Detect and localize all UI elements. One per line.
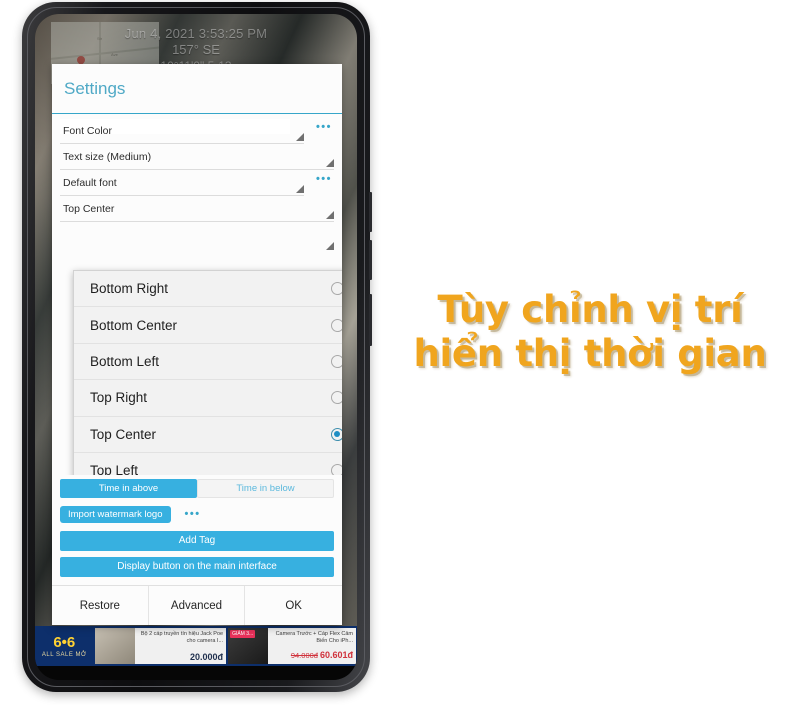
display-button-main-interface-button[interactable]: Display button on the main interface bbox=[60, 557, 334, 577]
caption-line-1: Tùy chỉnh vị trí bbox=[437, 287, 744, 331]
spinner-triangle-icon bbox=[296, 185, 304, 193]
dropdown-option-top-center[interactable]: Top Center bbox=[74, 416, 342, 453]
screenshot-root: Str Ave Rd Jun 4, 2021 3:53:25 PM 157° S… bbox=[0, 0, 800, 705]
radio-button-icon-selected[interactable] bbox=[331, 427, 342, 441]
ad-product-price: 20.000đ bbox=[190, 652, 224, 662]
volume-up-button[interactable] bbox=[369, 192, 372, 232]
dropdown-option-label: Bottom Right bbox=[90, 281, 169, 297]
radio-button-icon[interactable] bbox=[331, 282, 342, 296]
setting-label-position: Top Center bbox=[63, 202, 115, 215]
spinner-triangle-icon bbox=[326, 242, 334, 250]
tab-time-in-below[interactable]: Time in below bbox=[197, 479, 334, 498]
radio-button-icon[interactable] bbox=[331, 464, 342, 475]
time-position-tabs: Time in above Time in below bbox=[60, 479, 334, 498]
dropdown-option-bottom-center[interactable]: Bottom Center bbox=[74, 307, 342, 344]
radio-button-icon[interactable] bbox=[331, 354, 342, 368]
ad-product-price-group: 94.000đ 60.601đ bbox=[271, 645, 353, 663]
ad-banner[interactable]: 6•6 ALL SALE MỞ Bộ 2 cáp truyền tín hiệu… bbox=[35, 626, 357, 666]
ad-product-price-discounted: 60.601đ bbox=[319, 649, 353, 660]
phone-screen: Str Ave Rd Jun 4, 2021 3:53:25 PM 157° S… bbox=[35, 14, 357, 680]
import-watermark-logo-button[interactable]: Import watermark logo bbox=[60, 505, 171, 524]
radio-button-icon[interactable] bbox=[331, 318, 342, 332]
tab-time-in-above[interactable]: Time in above bbox=[60, 479, 197, 498]
spinner-triangle-icon bbox=[326, 211, 334, 219]
radio-button-icon[interactable] bbox=[331, 391, 342, 405]
discount-badge: GIẢM 3... bbox=[230, 630, 256, 638]
ad-product-thumbnail bbox=[94, 628, 135, 664]
setting-label-font-color: Font Color bbox=[63, 124, 113, 137]
phone-bottom-pad bbox=[35, 666, 357, 680]
map-label-a: Str bbox=[97, 36, 103, 41]
dropdown-option-top-left[interactable]: Top Left bbox=[74, 452, 342, 475]
dialog-controls: Time in above Time in below Import water… bbox=[52, 475, 342, 583]
dropdown-option-label: Top Left bbox=[90, 463, 139, 475]
dropdown-option-label: Bottom Left bbox=[90, 353, 160, 369]
setting-label-default-font: Default font bbox=[63, 176, 117, 189]
ok-button[interactable]: OK bbox=[245, 586, 342, 625]
more-options-icon[interactable]: ••• bbox=[316, 174, 332, 185]
dialog-footer: Restore Advanced OK bbox=[52, 585, 342, 625]
power-button[interactable] bbox=[369, 294, 372, 346]
advanced-button[interactable]: Advanced bbox=[149, 586, 246, 625]
ad-product-card[interactable]: Bộ 2 cáp truyền tín hiệu Jack Poe cho ca… bbox=[94, 628, 227, 664]
volume-down-button[interactable] bbox=[369, 240, 372, 280]
import-watermark-row: Import watermark logo ••• bbox=[60, 504, 334, 525]
ad-product-description: Camera Trước + Cáp Flex Cảm Biến Cho iPh… bbox=[275, 631, 353, 644]
ad-brand-subtitle: ALL SALE MỞ bbox=[41, 651, 87, 658]
ad-brand-block: 6•6 ALL SALE MỞ bbox=[35, 626, 94, 666]
dropdown-option-label: Top Right bbox=[90, 390, 148, 406]
ad-product-card[interactable]: GIẢM 3... Camera Trước + Cáp Flex Cảm Bi… bbox=[228, 628, 356, 664]
spinner-triangle-icon bbox=[326, 159, 334, 167]
dialog-body: Font Color ••• Text size (Medium) Defaul… bbox=[52, 114, 342, 475]
page-title: Settings bbox=[64, 78, 126, 98]
dropdown-option-bottom-left[interactable]: Bottom Left bbox=[74, 343, 342, 381]
ad-product-info: Camera Trước + Cáp Flex Cảm Biến Cho iPh… bbox=[268, 628, 356, 664]
dropdown-option-label: Bottom Center bbox=[90, 317, 178, 333]
map-road-horizontal bbox=[51, 45, 159, 61]
restore-button[interactable]: Restore bbox=[52, 586, 149, 625]
ad-product-info: Bộ 2 cáp truyền tín hiệu Jack Poe cho ca… bbox=[135, 628, 227, 664]
more-options-icon[interactable]: ••• bbox=[185, 509, 201, 520]
dropdown-option-label: Top Center bbox=[90, 426, 157, 442]
ad-brand-title: 6•6 bbox=[53, 633, 76, 651]
dropdown-option-top-right[interactable]: Top Right bbox=[74, 380, 342, 417]
settings-form-rows: Font Color ••• Text size (Medium) Defaul… bbox=[52, 114, 342, 475]
add-tag-button[interactable]: Add Tag bbox=[60, 531, 334, 551]
setting-row-font-color[interactable]: Font Color ••• bbox=[60, 118, 330, 144]
setting-row-text-size[interactable]: Text size (Medium) bbox=[60, 144, 334, 170]
settings-dialog: Settings Font Color ••• Text size (Mediu… bbox=[52, 64, 342, 625]
setting-label-text-size: Text size (Medium) bbox=[63, 150, 152, 163]
map-label-b: Ave bbox=[111, 52, 118, 57]
ad-product-description: Bộ 2 cáp truyền tín hiệu Jack Poe cho ca… bbox=[140, 631, 224, 644]
caption-line-2: hiển thị thời gian bbox=[413, 331, 768, 375]
setting-row-default-font[interactable]: Default font ••• bbox=[60, 170, 330, 196]
position-dropdown-list[interactable]: Bottom Right Bottom Center Bottom Left T… bbox=[73, 270, 342, 475]
more-options-icon[interactable]: ••• bbox=[316, 122, 332, 133]
spinner-triangle-icon bbox=[296, 133, 304, 141]
dropdown-option-bottom-right[interactable]: Bottom Right bbox=[74, 271, 342, 308]
phone-device-frame: Str Ave Rd Jun 4, 2021 3:53:25 PM 157° S… bbox=[22, 2, 372, 692]
promo-caption: Tùy chỉnh vị trí hiển thị thời gian bbox=[390, 287, 790, 375]
dialog-header: Settings bbox=[52, 64, 342, 114]
ad-product-price-original: 94.000đ bbox=[290, 650, 318, 660]
setting-row-position[interactable]: Top Center bbox=[60, 196, 334, 222]
